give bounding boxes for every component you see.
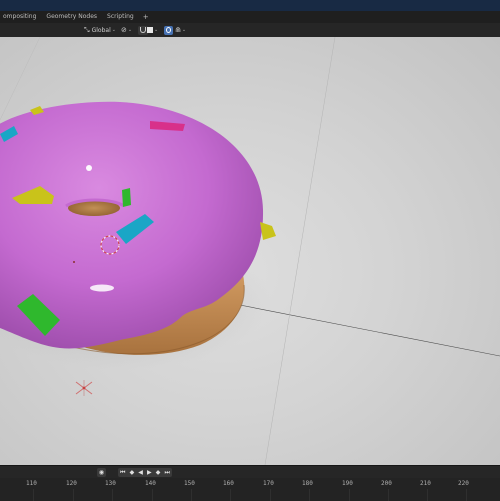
tab-scripting[interactable]: Scripting: [102, 11, 139, 23]
next-keyframe-icon[interactable]: ◆: [156, 469, 161, 476]
sprinkle-yellow: [260, 222, 276, 240]
falloff-icon: ⋒: [175, 26, 181, 34]
title-strip: [0, 0, 500, 11]
workspace-tabs-bar: ompositing Geometry Nodes Scripting +: [0, 11, 500, 23]
frame-label: 190: [342, 480, 353, 487]
grid-line: [264, 37, 336, 465]
frame-label: 210: [420, 480, 431, 487]
prev-keyframe-icon[interactable]: ◆: [130, 469, 135, 476]
sprinkle-green: [122, 188, 131, 207]
frame-label: 200: [381, 480, 392, 487]
pivot-icon: ⊘: [121, 26, 127, 34]
jump-start-icon[interactable]: ⏮: [120, 469, 125, 477]
chevron-down-icon: ⌄: [111, 27, 116, 33]
grid-line: [0, 37, 41, 121]
transform-orientation-label: Global: [91, 26, 111, 34]
add-workspace-button[interactable]: +: [139, 13, 153, 21]
axes-icon: ⤡: [84, 25, 90, 34]
frame-label: 130: [105, 480, 116, 487]
timeline-ruler[interactable]: 110 120 130 140 150 160 170 180 190 200 …: [0, 478, 500, 501]
tab-geometry-nodes[interactable]: Geometry Nodes: [41, 11, 102, 23]
snap-target-dropdown[interactable]: ⌄: [147, 25, 158, 35]
play-icon[interactable]: ▶: [147, 469, 152, 476]
specular-highlight: [90, 284, 114, 292]
record-icon: ◉: [98, 469, 105, 476]
frame-label: 220: [458, 480, 469, 487]
proportional-editing-toggle[interactable]: [164, 25, 173, 35]
playback-controls: ⏮ ◆ ◀ ▶ ◆ ⏭: [118, 468, 172, 477]
blender-window: ompositing Geometry Nodes Scripting + ⤡ …: [0, 0, 500, 501]
pivot-point-dropdown[interactable]: ⊘ ⌄: [121, 25, 132, 35]
chevron-down-icon: ⌄: [181, 27, 187, 33]
proportional-falloff-dropdown[interactable]: ⋒ ⌄: [175, 25, 186, 35]
play-reverse-icon[interactable]: ◀: [138, 469, 143, 476]
specular-highlight: [86, 165, 92, 171]
transform-orientation-dropdown[interactable]: ⤡ Global ⌄: [84, 25, 116, 35]
viewport-header: ⤡ Global ⌄ ⊘ ⌄ ⌄ ⋒ ⌄: [0, 23, 500, 38]
frame-label: 110: [26, 480, 37, 487]
viewport-scene: [0, 37, 500, 465]
origin-dot: [73, 261, 75, 263]
frame-label: 170: [263, 480, 274, 487]
proportional-editing-icon: [164, 25, 173, 35]
timeline-controls: ◉ ⏮ ◆ ◀ ▶ ◆ ⏭: [0, 465, 500, 479]
frame-label: 160: [223, 480, 234, 487]
keyframe-toggle[interactable]: ◉: [97, 468, 106, 477]
frame-label: 140: [145, 480, 156, 487]
jump-end-icon[interactable]: ⏭: [165, 469, 170, 477]
frame-label: 150: [184, 480, 195, 487]
frame-label: 120: [66, 480, 77, 487]
3d-viewport[interactable]: [0, 37, 500, 465]
tab-compositing[interactable]: ompositing: [0, 11, 41, 23]
light-gizmo-icon: [75, 380, 93, 396]
chevron-down-icon: ⌄: [154, 27, 159, 33]
snap-target-icon: [147, 27, 153, 33]
chevron-down-icon: ⌄: [127, 27, 133, 33]
frame-label: 180: [302, 480, 313, 487]
